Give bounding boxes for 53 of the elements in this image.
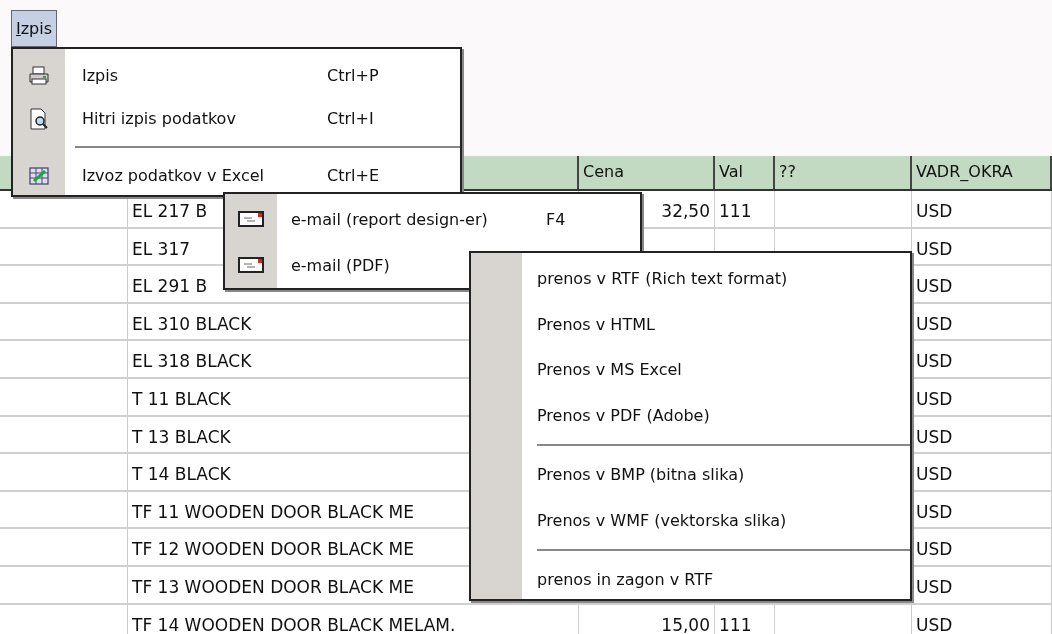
column-header[interactable]: Cena: [579, 156, 715, 189]
table-cell: TF 14 WOODEN DOOR BLACK MELAM.: [132, 614, 456, 634]
shortcut-label: F4: [546, 209, 566, 229]
table-cell: USD: [916, 501, 953, 522]
table-cell: USD: [916, 276, 953, 297]
table-cell: USD: [916, 238, 953, 259]
table-cell: TF 11 WOODEN DOOR BLACK ME: [132, 501, 414, 522]
menu-item[interactable]: Prenos v PDF (Adobe): [471, 405, 710, 425]
menu-item[interactable]: Prenos v BMP (bitna slika): [471, 465, 745, 485]
envelope-icon: [238, 211, 264, 227]
menu-item[interactable]: prenos v RTF (Rich text format): [471, 269, 788, 289]
menu-item[interactable]: e-mail (report design-er): [277, 209, 546, 229]
menu-bar-item[interactable]: Izpis: [11, 10, 58, 47]
table-cell: T 14 BLACK: [132, 464, 231, 485]
shortcut-label: Ctrl+P: [327, 66, 379, 85]
table-cell: TF 13 WOODEN DOOR BLACK ME: [132, 576, 414, 597]
table-cell: USD: [916, 201, 953, 221]
menu-item[interactable]: Izvoz podatkov v Excel: [65, 166, 327, 185]
shortcut-label: Ctrl+I: [327, 109, 374, 128]
menu-item[interactable]: Izpis: [65, 66, 327, 85]
menu-item[interactable]: Prenos v MS Excel: [471, 360, 682, 380]
table-cell: USD: [916, 576, 953, 597]
table-cell: USD: [916, 464, 953, 485]
table-cell: USD: [916, 539, 953, 560]
table-cell: USD: [916, 313, 953, 334]
menu-item[interactable]: prenos in zagon v RTF: [471, 570, 714, 590]
envelope-icon: [238, 257, 264, 273]
table-cell: 32,50: [661, 201, 710, 221]
table-cell: EL 317: [132, 238, 191, 259]
table-cell: EL 291 B: [132, 276, 208, 297]
table-cell: USD: [916, 614, 953, 634]
column-header[interactable]: ??: [775, 156, 912, 189]
column-header[interactable]: VADR_OKRA: [912, 156, 1052, 189]
table-cell: EL 310 BLACK: [132, 313, 252, 334]
table-cell: USD: [916, 388, 953, 409]
table-cell: USD: [916, 351, 953, 372]
shortcut-label: Ctrl+E: [327, 166, 379, 185]
table-cell: EL 318 BLACK: [132, 351, 252, 372]
table-cell: 15,00: [661, 614, 710, 634]
menu-item[interactable]: Prenos v WMF (vektorska slika): [471, 510, 787, 530]
table-cell: 111: [719, 614, 752, 634]
table-cell: TF 12 WOODEN DOOR BLACK ME: [132, 539, 414, 560]
printer-icon: [28, 65, 50, 86]
table-cell: T 13 BLACK: [132, 426, 231, 447]
table-cell: T 11 BLACK: [132, 388, 231, 409]
menu-item[interactable]: Prenos v HTML: [471, 314, 655, 334]
table-cell: USD: [916, 426, 953, 447]
page-magnifier-icon: [29, 107, 49, 130]
column-header[interactable]: Val: [715, 156, 775, 189]
menu-item[interactable]: Hitri izpis podatkov: [65, 109, 327, 128]
table-cell: EL 217 B: [132, 201, 208, 221]
spreadsheet-icon: [29, 166, 49, 185]
table-cell: 111: [719, 201, 752, 221]
